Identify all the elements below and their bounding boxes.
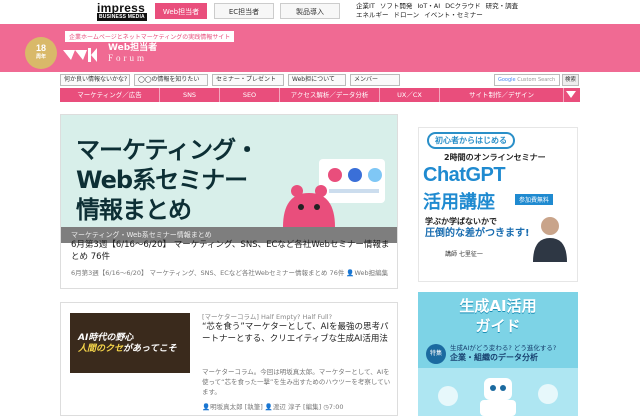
thumb-line3: があってこそ: [123, 344, 177, 354]
thumb-line2: 人間のクセ: [78, 344, 124, 354]
badge-unit: 周年: [35, 54, 46, 60]
ad-heading: ChatGPT: [423, 164, 506, 186]
thumb-line1: AI時代の野心: [78, 333, 134, 343]
site-tagline: 企業ホームページとネットマーケティングの実践情報サイト: [65, 31, 235, 42]
article-category[interactable]: [マーケターコラム] Half Empty? Half Full?: [202, 311, 332, 321]
badge-number: 18: [35, 43, 46, 53]
tab-product-intro[interactable]: 製品導入: [280, 3, 340, 19]
menu-sns[interactable]: SNS: [160, 88, 220, 102]
article-meta: 👤明坂真太郎 [執筆] 👤渡辺 淳子 [編集] ◷7:00: [202, 401, 397, 411]
ad-line-1: 生成AIがどう変わる? どう進化する?: [450, 344, 557, 352]
top-bar: impress BUSINESS MEDIA Web担当者 EC担当者 製品導入…: [0, 0, 640, 22]
article-author[interactable]: Web担編集: [355, 269, 389, 277]
article-meta: 6月第3週【6/16〜6/20】 マーケティング、SNS、ECなど各社Webセミ…: [71, 269, 391, 278]
ad-copy-1: 学ぶか学ばないかで: [425, 217, 497, 226]
article-hero-image[interactable]: マーケティング・ Web系セミナー 情報まとめ: [61, 115, 397, 227]
subnav-want-info[interactable]: ◯◯の情報を知りたい: [134, 74, 208, 86]
ad-subtitle: 2時間のオンラインセミナー: [444, 153, 546, 162]
logo-line2: Forum: [108, 53, 148, 63]
search-button[interactable]: 検索: [562, 74, 579, 86]
robot-illustration-icon: [438, 378, 558, 416]
site-logo-text[interactable]: Web担当者 Forum: [108, 43, 157, 63]
ad-tag: 特集: [426, 344, 446, 364]
search-placeholder: Custom Search: [517, 77, 556, 83]
business-media-label: BUSINESS MEDIA: [97, 13, 147, 21]
thumbnail-text: AI時代の野心 人間のクセがあってこそ: [78, 333, 177, 355]
cat-software-dev[interactable]: ソフト開発: [380, 2, 413, 10]
menu-site-design[interactable]: サイト制作／デザイン: [440, 88, 564, 102]
web-tan-logo-icon[interactable]: [63, 44, 97, 66]
menu-ux-cx[interactable]: UX／CX: [380, 88, 440, 102]
tab-web-tantousha[interactable]: Web担当者: [155, 3, 207, 19]
ad-speaker: 講師 七里征一: [445, 251, 483, 258]
hero-title: マーケティング・ Web系セミナー 情報まとめ: [76, 135, 259, 225]
menu-seo[interactable]: SEO: [220, 88, 280, 102]
cat-dc-cloud[interactable]: DCクラウド: [445, 2, 481, 10]
ad-heading-line2: ガイド: [475, 317, 521, 335]
tab-ec-tantousha[interactable]: EC担当者: [214, 3, 274, 19]
cat-iot-ai[interactable]: IoT・AI: [417, 2, 440, 10]
anniversary-badge: 18 周年: [25, 37, 57, 69]
hero-title-line3: 情報まとめ: [76, 196, 192, 224]
hero-title-line1: マーケティング・: [76, 136, 259, 164]
search-brand: Google: [498, 77, 516, 83]
ad-copy-2: 圧倒的な差がつきます!: [425, 228, 530, 239]
subnav-info[interactable]: 何か良い情報ないかな?: [60, 74, 130, 86]
mascot-illustration-icon: [283, 159, 385, 227]
article-author-1[interactable]: 明坂真太郎 [執筆]: [210, 403, 263, 411]
article-title[interactable]: “芯を食う”マーケターとして、AIを最強の思考パートナーとする、クリエイティブな…: [202, 321, 392, 345]
main-menu: マーケティング／広告 SNS SEO アクセス解析／データ分析 UX／CX サイ…: [60, 88, 580, 102]
cat-drone[interactable]: ドローン: [394, 11, 420, 19]
hero-title-line2: Web系セミナー: [76, 166, 248, 194]
article-card-seminar[interactable]: マーケティング・ Web系セミナー 情報まとめ マーケティング・Web系セミナー…: [60, 114, 398, 289]
ad-free-badge: 参加費無料: [515, 194, 554, 205]
author-icon: 👤: [346, 269, 355, 277]
article-title[interactable]: 6月第3週【6/16〜6/20】 マーケティング、SNS、ECなど各社Webセミ…: [71, 239, 391, 263]
article-author-2[interactable]: 渡辺 淳子 [編集]: [273, 403, 321, 411]
ad-pill: 初心者からはじめる: [427, 132, 515, 149]
menu-analytics[interactable]: アクセス解析／データ分析: [280, 88, 380, 102]
cat-enterprise-it[interactable]: 企業IT: [356, 2, 375, 10]
logo-line1: Web担当者: [108, 43, 158, 53]
article-thumbnail[interactable]: AI時代の野心 人間のクセがあってこそ: [70, 313, 190, 373]
menu-marketing[interactable]: マーケティング／広告: [60, 88, 160, 102]
subnav-seminar[interactable]: セミナー・プレゼント: [212, 74, 284, 86]
subnav-about[interactable]: Web担について: [288, 74, 346, 86]
ad-line-2: 企業・組織のデータ分析: [450, 353, 538, 362]
speaker-photo-icon: [533, 217, 567, 262]
article-time: 7:00: [328, 403, 344, 411]
cat-research[interactable]: 研究・調査: [486, 2, 519, 10]
author-icon: 👤: [264, 403, 273, 411]
author-icon: 👤: [202, 403, 211, 411]
article-summary: 6月第3週【6/16〜6/20】 マーケティング、SNS、ECなど各社Webセミ…: [71, 269, 345, 277]
category-links: 企業IT ソフト開発 IoT・AI DCクラウド 研究・調査 エネルギー ドローン イベント…: [356, 2, 546, 20]
article-excerpt: マーケターコラム。今回は明坂真太郎。マーケターとして、AIを使って“芯を食った一…: [202, 368, 391, 396]
search-input[interactable]: Google Custom Search: [494, 74, 560, 86]
ad-heading-2: 活用講座: [423, 192, 495, 213]
subnav-member[interactable]: メンバー: [350, 74, 400, 86]
cat-energy[interactable]: エネルギー: [356, 11, 389, 19]
ad-generative-ai-guide[interactable]: 生成AI活用 ガイド 特集 生成AIがどう変わる? どう進化する? 企業・組織の…: [418, 292, 578, 416]
menu-expand-icon[interactable]: [566, 91, 576, 98]
ad-chatgpt-seminar[interactable]: 初心者からはじめる 2時間のオンラインセミナー ChatGPT 活用講座 参加費…: [418, 127, 578, 282]
ad-illustration: [418, 368, 578, 416]
ad-heading-line1: 生成AI活用: [459, 297, 537, 315]
article-card-column[interactable]: AI時代の野心 人間のクセがあってこそ [マーケターコラム] Half Empt…: [60, 302, 398, 416]
ad-heading: 生成AI活用 ガイド: [418, 296, 578, 336]
cat-events[interactable]: イベント・セミナー: [424, 11, 483, 19]
